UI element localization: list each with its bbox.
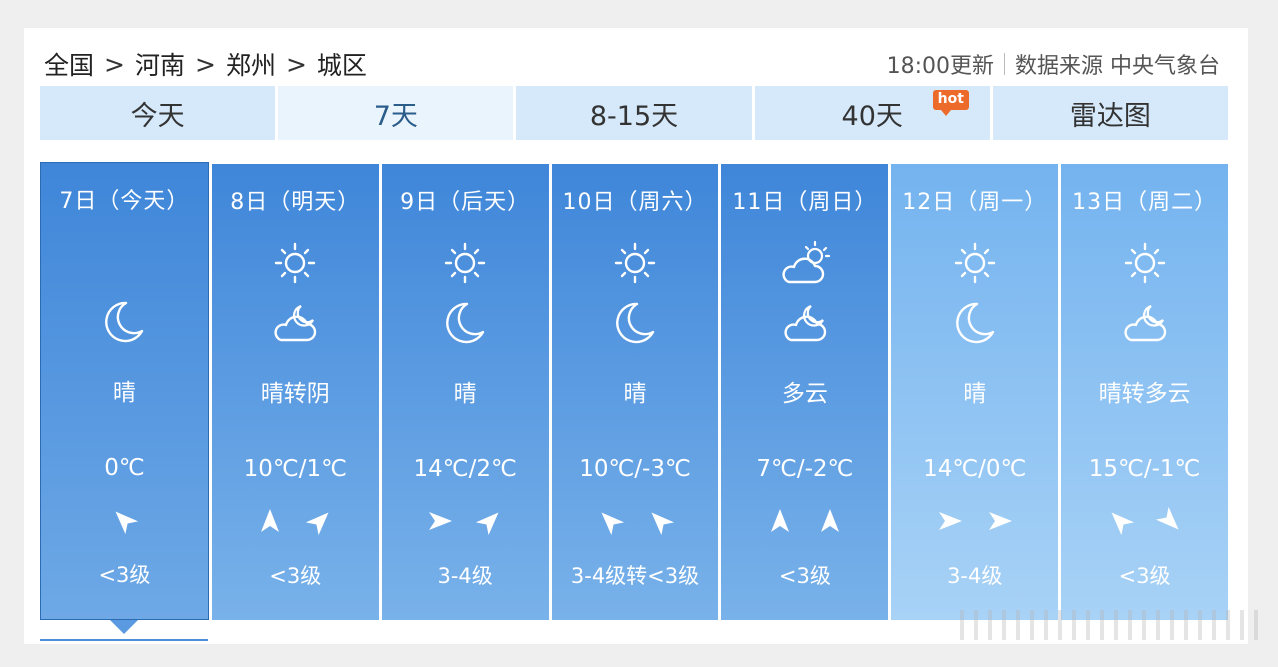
cloud-moon-icon xyxy=(1117,298,1173,348)
wind-directions xyxy=(41,505,208,537)
wind-directions xyxy=(212,506,379,538)
watermark xyxy=(960,610,1260,640)
wind-directions xyxy=(721,506,888,538)
breadcrumb-item-urban: 城区 xyxy=(316,51,367,80)
day-tiles: 7日（今天） 晴 0℃ <3级 8日（明天） 晴转阴 10℃/1℃ <3级 9日（后天） 晴 14℃… xyxy=(40,162,1229,620)
tab-40days[interactable]: 40天 hot xyxy=(754,86,990,140)
tab-label: 雷达图 xyxy=(1069,100,1151,132)
weather-text: 晴转阴 xyxy=(260,381,330,407)
wind-directions xyxy=(552,506,719,538)
tab-7days[interactable]: 7天 xyxy=(278,86,514,140)
day-date: 8日（明天） xyxy=(230,190,361,215)
breadcrumb-item-national[interactable]: 全国 xyxy=(44,46,94,82)
day-date: 9日（后天） xyxy=(400,190,531,215)
day-tile[interactable]: 13日（周二） 晴转多云 15℃/-1℃ <3级 xyxy=(1061,164,1229,620)
weather-text: 晴转多云 xyxy=(1098,381,1191,407)
wind-arrow-icon xyxy=(765,506,795,538)
temperature: 14℃/0℃ xyxy=(923,456,1027,482)
temperature: 10℃/1℃ xyxy=(243,456,347,482)
tab-radar[interactable]: 雷达图 xyxy=(992,86,1229,140)
day-tile[interactable]: 7日（今天） 晴 0℃ <3级 xyxy=(40,162,209,620)
day-tile[interactable]: 10日（周六） 晴 10℃/-3℃ 3-4级转<3级 xyxy=(551,164,719,620)
wind-directions xyxy=(382,506,549,538)
sun-icon xyxy=(437,238,493,288)
wind-arrow-icon xyxy=(935,506,965,538)
wind-arrow-icon xyxy=(109,505,139,537)
temperature: 15℃/-1℃ xyxy=(1088,456,1201,482)
wind-level: <3级 xyxy=(98,563,151,587)
wind-level: <3级 xyxy=(778,564,831,588)
temperature: 14℃/2℃ xyxy=(413,456,517,482)
selected-underline xyxy=(40,639,208,641)
wind-level: 3-4级 xyxy=(437,564,493,588)
wind-arrow-icon xyxy=(815,506,845,538)
moon-icon xyxy=(437,298,493,348)
cloud-sun-icon xyxy=(777,238,833,288)
breadcrumb-item-henan[interactable]: 河南 xyxy=(135,46,185,82)
wind-level: <3级 xyxy=(269,564,322,588)
day-tile[interactable]: 12日（周一） 晴 14℃/0℃ 3-4级 xyxy=(891,164,1059,620)
tab-label: 8-15天 xyxy=(589,100,679,132)
selected-pointer xyxy=(40,620,208,641)
wind-arrow-icon xyxy=(645,506,675,538)
tab-today[interactable]: 今天 xyxy=(40,86,276,140)
wind-arrow-icon xyxy=(595,506,625,538)
divider xyxy=(1004,53,1005,75)
day-date: 11日（周日） xyxy=(732,190,878,215)
temperature: 0℃ xyxy=(104,455,145,481)
day-date: 13日（周二） xyxy=(1072,190,1218,215)
day-date: 10日（周六） xyxy=(562,190,708,215)
wind-arrow-icon xyxy=(1155,506,1185,538)
weather-text: 晴 xyxy=(112,380,136,406)
breadcrumb-item-zhengzhou[interactable]: 郑州 xyxy=(226,46,276,82)
wind-arrow-icon xyxy=(475,506,505,538)
wind-directions xyxy=(1061,506,1228,538)
sun-icon xyxy=(267,238,323,288)
wind-arrow-icon xyxy=(985,506,1015,538)
hot-badge: hot xyxy=(932,90,969,116)
wind-level: 3-4级转<3级 xyxy=(570,564,700,588)
sun-icon xyxy=(1117,238,1173,288)
wind-arrow-icon xyxy=(255,506,285,538)
wind-level: <3级 xyxy=(1118,564,1171,588)
update-time: 18:00更新 xyxy=(886,54,994,79)
selected-triangle xyxy=(110,620,138,634)
tab-label: 今天 xyxy=(130,100,185,132)
sun-icon xyxy=(947,238,1003,288)
day-tile[interactable]: 8日（明天） 晴转阴 10℃/1℃ <3级 xyxy=(211,164,379,620)
breadcrumb-separator: > xyxy=(285,49,307,79)
day-date: 12日（周一） xyxy=(902,190,1048,215)
update-meta: 18:00更新 数据来源 中央气象台 xyxy=(887,48,1220,80)
wind-directions xyxy=(891,506,1058,538)
data-source: 数据来源 中央气象台 xyxy=(1015,54,1220,79)
weather-text: 多云 xyxy=(781,381,828,407)
temperature: 7℃/-2℃ xyxy=(756,456,854,482)
tab-label: 7天 xyxy=(373,100,418,132)
forecast-tabs: 今天 7天 8-15天 40天 hot 雷达图 xyxy=(40,86,1229,140)
day-tile[interactable]: 9日（后天） 晴 14℃/2℃ 3-4级 xyxy=(381,164,549,620)
weather-text: 晴 xyxy=(623,381,647,407)
breadcrumb-separator: > xyxy=(194,49,216,79)
tab-label: 40天 xyxy=(841,100,903,132)
cloud-moon-icon xyxy=(267,298,323,348)
moon-icon xyxy=(96,297,152,347)
weather-panel: 全国 > 河南 > 郑州 > 城区 18:00更新 数据来源 中央气象台 今天 … xyxy=(24,28,1248,644)
wind-arrow-icon xyxy=(425,506,455,538)
weather-text: 晴 xyxy=(453,381,477,407)
weather-text: 晴 xyxy=(963,381,987,407)
temperature: 10℃/-3℃ xyxy=(579,456,691,482)
wind-arrow-icon xyxy=(305,506,335,538)
day-date: 7日（今天） xyxy=(59,189,190,214)
moon-icon xyxy=(947,298,1003,348)
breadcrumb: 全国 > 河南 > 郑州 > 城区 xyxy=(44,46,367,82)
sun-icon xyxy=(607,238,663,288)
breadcrumb-separator: > xyxy=(104,49,125,79)
wind-level: 3-4级 xyxy=(947,564,1003,588)
cloud-moon-icon xyxy=(777,298,833,348)
tab-8-15days[interactable]: 8-15天 xyxy=(516,86,752,140)
wind-arrow-icon xyxy=(1105,506,1135,538)
moon-icon xyxy=(607,298,663,348)
day-tile[interactable]: 11日（周日） 多云 7℃/-2℃ <3级 xyxy=(721,164,889,620)
